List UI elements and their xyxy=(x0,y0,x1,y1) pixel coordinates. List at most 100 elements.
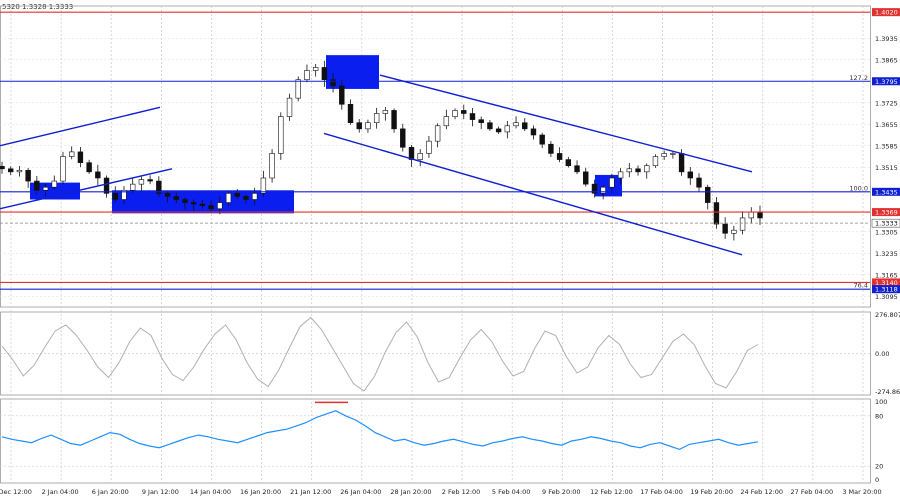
candle-body xyxy=(251,193,258,200)
candle-body xyxy=(644,165,650,173)
x-tick-label: 24 Feb 12:00 xyxy=(740,488,783,496)
candle-body xyxy=(365,122,371,130)
pane-border xyxy=(0,5,871,308)
candle-body xyxy=(652,156,659,167)
trend-channel-lines xyxy=(0,74,753,256)
candle-body xyxy=(225,193,232,203)
candle-body xyxy=(234,193,240,197)
candle-body xyxy=(173,196,179,200)
candle-body xyxy=(312,67,319,71)
candle-body xyxy=(86,162,92,173)
candle-body xyxy=(16,170,23,173)
x-tick-label: 9 Feb 20:00 xyxy=(542,488,581,496)
candle-body xyxy=(69,151,75,157)
candle-body xyxy=(574,165,580,173)
candle-body xyxy=(286,97,293,117)
candle-body xyxy=(748,211,754,219)
candle-body xyxy=(513,122,519,127)
price-tick-label: 1.3655 xyxy=(875,121,898,129)
axes: 29 Dec 12:00 2 Jan 04:00 6 Jan 20:00 9 Jan … xyxy=(0,35,900,496)
candle-body xyxy=(556,153,563,160)
candle-body xyxy=(478,119,484,124)
candle-body xyxy=(696,177,702,188)
candle-body xyxy=(452,110,458,117)
pane-border xyxy=(0,398,871,484)
candle-body xyxy=(95,171,101,179)
candle-body xyxy=(443,116,450,127)
candle-body xyxy=(661,153,667,157)
level-label: 1.3795 xyxy=(875,78,898,86)
candle-body xyxy=(182,199,188,203)
candle-body xyxy=(635,168,641,173)
candle-body xyxy=(504,125,511,133)
candle-body xyxy=(260,177,267,194)
x-tick-label: 2 Jan 04:00 xyxy=(42,488,79,496)
price-tick-label: 1.3305 xyxy=(875,228,898,236)
candle-body xyxy=(434,125,441,142)
price-tick-label: 1.3865 xyxy=(875,56,898,64)
fibo-label: 76.4 xyxy=(854,282,868,290)
candle-body xyxy=(609,177,615,188)
fibo-label: 127.2 xyxy=(849,74,868,82)
x-tick-label: 14 Jan 04:00 xyxy=(190,488,231,496)
candle-body xyxy=(687,171,693,179)
trend-line xyxy=(0,106,161,147)
grid-lines xyxy=(0,5,871,484)
price-tick-label: 1.3935 xyxy=(875,35,898,43)
candle-body xyxy=(461,110,467,114)
candle-body xyxy=(757,211,763,219)
x-tick-label: 12 Feb 12:00 xyxy=(590,488,633,496)
candle-body xyxy=(34,180,40,191)
candle-body xyxy=(51,180,57,188)
rsi-line xyxy=(1,410,759,451)
candle-body xyxy=(199,203,206,206)
candle-body xyxy=(25,170,31,182)
x-tick-label: 28 Jan 20:00 xyxy=(390,488,431,496)
rsi-axis-label: 20 xyxy=(875,463,883,471)
candle-body xyxy=(617,171,624,179)
cci-line xyxy=(1,316,759,392)
candle-body xyxy=(373,113,380,124)
x-tick-label: 5 Feb 04:00 xyxy=(492,488,531,496)
x-tick-label: 2 Feb 12:00 xyxy=(442,488,481,496)
candle-body xyxy=(391,110,397,130)
candle-body xyxy=(417,153,423,160)
candle-body xyxy=(138,179,145,185)
highlight-zone xyxy=(112,190,294,214)
x-tick-label: 21 Jan 12:00 xyxy=(290,488,331,496)
candle-body xyxy=(77,151,84,163)
cci-axis-label: -274.865 xyxy=(875,388,900,396)
candle-body xyxy=(583,171,589,185)
x-tick-label: 19 Feb 20:00 xyxy=(690,488,733,496)
rsi-indicator xyxy=(0,401,870,467)
trading-chart[interactable]: 5320 1.3328 1.3333 1.4020 1.3795 127.2 1.34… xyxy=(0,0,900,500)
candle-body xyxy=(278,116,284,154)
candle-body xyxy=(713,202,720,225)
candle-body xyxy=(42,186,49,191)
candle-body xyxy=(330,79,336,87)
candle-body xyxy=(347,103,354,124)
price-tick-label: 1.3095 xyxy=(875,293,898,301)
candle-body xyxy=(60,156,66,182)
candle-body xyxy=(731,229,737,234)
candle-body xyxy=(295,79,301,99)
candle-body xyxy=(539,134,545,145)
candle-body xyxy=(678,153,685,173)
candle-body xyxy=(304,70,310,81)
horizontal-levels: 1.4020 1.3795 127.2 1.3435 100.0 1.3369 1.3333… xyxy=(0,8,900,294)
candle-body xyxy=(339,85,345,105)
price-tick-label: 1.3165 xyxy=(875,271,898,279)
candle-body xyxy=(548,143,554,154)
cci-axis-label: 276.8074 xyxy=(875,311,900,319)
candle-body xyxy=(739,217,746,231)
candle-body xyxy=(626,168,633,173)
price-tick-label: 1.3515 xyxy=(875,164,898,172)
level-label: 1.3369 xyxy=(875,209,898,217)
candle-body xyxy=(129,183,136,191)
x-tick-label: 16 Jan 20:00 xyxy=(240,488,281,496)
price-tick-label: 1.3235 xyxy=(875,250,898,258)
candle-body xyxy=(321,67,328,81)
x-tick-label: 6 Jan 20:00 xyxy=(92,488,129,496)
level-label: 1.3333 xyxy=(875,220,898,228)
candle-body xyxy=(190,202,197,205)
